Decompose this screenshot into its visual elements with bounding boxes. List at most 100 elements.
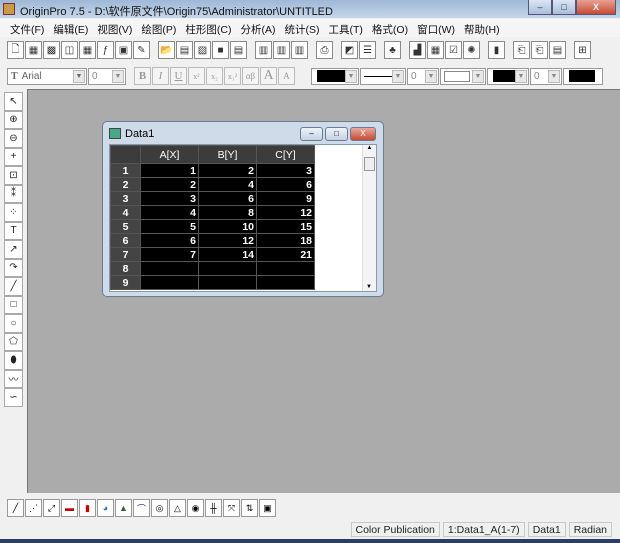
code-builder-button[interactable]: ☑ [445,41,462,59]
underline-button[interactable]: U [170,67,187,85]
new-excel-button[interactable]: ▩ [43,41,60,59]
menu-item-3[interactable]: 绘图(P) [137,19,181,37]
cell[interactable]: 5 [140,219,199,234]
menu-item-0[interactable]: 文件(F) [6,19,49,37]
graph-tool-3-button[interactable]: ▤ [549,41,566,59]
new-notes-button[interactable]: ✎ [133,41,150,59]
menu-item-1[interactable]: 编辑(E) [49,19,93,37]
pie-chart-button[interactable]: ◕ [97,499,114,517]
cell[interactable]: 8 [198,205,257,220]
vertical-scrollbar[interactable]: ▲ ▼ [362,145,376,291]
refresh-button[interactable]: ☰ [359,41,376,59]
cell[interactable] [140,275,199,290]
menu-item-2[interactable]: 视图(V) [93,19,137,37]
pointer-button[interactable]: ↖ [4,92,23,111]
print-button[interactable]: ⎙ [316,41,333,59]
row-header[interactable]: 8 [110,261,141,276]
area-chart-button[interactable]: ▲ [115,499,132,517]
open-button[interactable]: 📂 [158,41,175,59]
row-header[interactable]: 9 [110,275,141,290]
open-template-button[interactable]: ▤ [176,41,193,59]
close-button[interactable]: X [576,0,616,15]
line-width-select[interactable]: 0 ▼ [407,67,439,85]
row-header[interactable]: 7 [110,247,141,262]
row-header[interactable]: 2 [110,177,141,192]
worksheet-close-button[interactable]: X [350,127,376,141]
new-worksheet-button[interactable]: ▦ [25,41,42,59]
open-excel-button[interactable]: ▧ [194,41,211,59]
new-function-button[interactable]: ƒ [97,41,114,59]
symbol-size-select[interactable]: 0 ▼ [530,67,562,85]
zoom-in-button[interactable]: ⊕ [4,110,23,129]
draw-data-button[interactable]: ⁘ [4,203,23,222]
row-header[interactable]: 4 [110,205,141,220]
cell[interactable] [256,261,315,276]
cell[interactable]: 3 [140,191,199,206]
line-color-select[interactable]: ▼ [311,67,359,85]
hi-lo-close-button[interactable]: ╫ [205,499,222,517]
row-header[interactable]: 5 [110,219,141,234]
options-button[interactable]: ✺ [463,41,480,59]
menu-item-7[interactable]: 工具(T) [325,19,368,37]
graph-tool-2-button[interactable]: ⎗ [531,41,548,59]
line-style-select[interactable]: ▼ [360,67,406,85]
cell[interactable] [198,261,257,276]
bar-chart-button[interactable]: ▬ [61,499,78,517]
column-header[interactable]: A[X] [140,145,199,164]
rectangle-tool-button[interactable]: □ [4,295,23,314]
cell[interactable]: 2 [198,163,257,178]
cell[interactable]: 1 [140,163,199,178]
menu-item-5[interactable]: 分析(A) [237,19,281,37]
import-excel-button[interactable]: ▥ [291,41,308,59]
results-log-button[interactable]: ▟ [409,41,426,59]
cell[interactable] [198,275,257,290]
bold-button[interactable]: B [134,67,151,85]
graph-tool-4-button[interactable]: ⊞ [574,41,591,59]
graph-tool-1-button[interactable]: ⎗ [513,41,530,59]
scatter-plot-button[interactable]: ⋰ [25,499,42,517]
scroll-down-icon[interactable]: ▼ [363,284,375,290]
minimize-button[interactable]: – [528,0,552,15]
column-header[interactable]: C[Y] [256,145,315,164]
line-tool-button[interactable]: ╱ [4,277,23,296]
new-matrix-button[interactable]: ▦ [79,41,96,59]
cell[interactable]: 7 [140,247,199,262]
supsubscript-button[interactable]: x₁² [224,67,241,85]
new-graph-button[interactable]: ◫ [61,41,78,59]
menu-item-4[interactable]: 柱形图(C) [181,19,236,37]
cell[interactable]: 9 [256,191,315,206]
menu-item-10[interactable]: 帮助(H) [460,19,505,37]
cell[interactable]: 14 [198,247,257,262]
cell[interactable]: 6 [256,177,315,192]
contour-button[interactable]: ◉ [187,499,204,517]
data-selector-button[interactable]: ⊡ [4,166,23,185]
italic-button[interactable]: I [152,67,169,85]
command-window-button[interactable]: ▮ [488,41,505,59]
cell[interactable]: 2 [140,177,199,192]
fill-area-button[interactable]: ⌒ [133,499,150,517]
menu-item-6[interactable]: 统计(S) [281,19,325,37]
text-tool-button[interactable]: T [4,221,23,240]
corner-cell[interactable] [110,145,141,164]
polar-plot-button[interactable]: ◎ [151,499,168,517]
region-tool-button[interactable]: ⬮ [4,351,23,370]
row-header[interactable]: 1 [110,163,141,178]
fill-pattern-select[interactable]: ▼ [440,67,486,85]
import-multiple-button[interactable]: ▥ [273,41,290,59]
row-header[interactable]: 6 [110,233,141,248]
cell[interactable]: 6 [198,191,257,206]
cell[interactable]: 12 [256,205,315,220]
cell[interactable]: 10 [198,219,257,234]
cell[interactable]: 12 [198,233,257,248]
template-library-button[interactable]: ▣ [259,499,276,517]
circle-tool-button[interactable]: ○ [4,314,23,333]
scroll-up-icon[interactable]: ▲ [363,145,376,151]
polyline-tool-button[interactable]: 〰 [4,369,23,388]
worksheet-minimize-button[interactable]: – [300,127,323,141]
cell[interactable]: 6 [140,233,199,248]
menu-item-9[interactable]: 窗口(W) [413,19,460,37]
increase-font-button[interactable]: A [260,67,277,85]
row-header[interactable]: 3 [110,191,141,206]
cell[interactable]: 4 [140,205,199,220]
font-size-select[interactable]: 0 ▼ [88,67,126,85]
